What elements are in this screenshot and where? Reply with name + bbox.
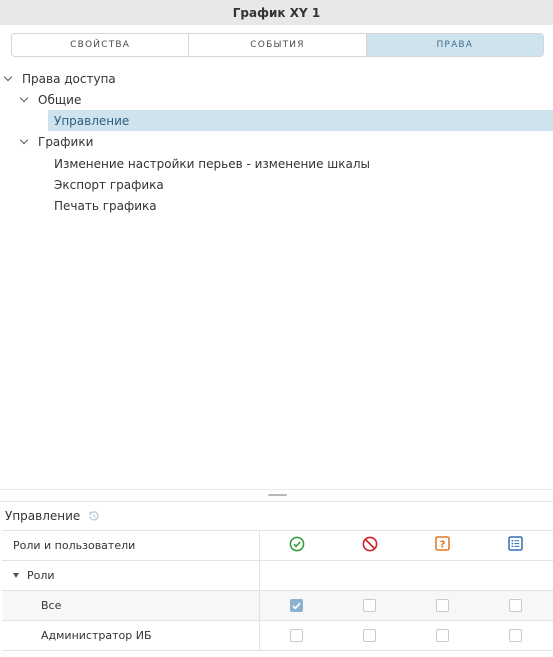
splitter-grip-icon[interactable] <box>268 494 287 496</box>
tree-node-label: Права доступа <box>22 71 116 86</box>
deny-circle-icon <box>362 536 378 556</box>
tab-bar: СВОЙСТВА СОБЫТИЯ ПРАВА <box>11 33 544 57</box>
permission-checkbox[interactable] <box>436 599 449 612</box>
permission-checkbox[interactable] <box>290 599 303 612</box>
chevron-down-icon[interactable] <box>19 131 33 152</box>
tree-node-general[interactable]: Общие <box>19 89 81 110</box>
question-square-icon: ? <box>435 536 450 555</box>
tree-node-label: Экспорт графика <box>54 177 164 192</box>
tab-events[interactable]: СОБЫТИЯ <box>189 34 367 56</box>
chevron-down-icon[interactable] <box>19 89 33 110</box>
section-title: Управление <box>5 509 81 523</box>
tree-node-label: Управление <box>54 113 130 128</box>
table-header-row: Роли и пользователи ? <box>2 531 553 561</box>
tree-node-label: Печать графика <box>54 198 157 213</box>
table-row: Администратор ИБ <box>2 621 553 651</box>
group-label: Роли <box>27 569 55 582</box>
column-header-allow <box>260 531 333 560</box>
column-header-deny <box>333 531 406 560</box>
check-circle-icon <box>289 536 305 556</box>
tree-node-print[interactable]: Печать графика <box>54 195 157 216</box>
tree-node-charts[interactable]: Графики <box>19 131 93 152</box>
svg-text:?: ? <box>440 539 446 550</box>
tree-node-label: Общие <box>38 92 82 107</box>
chevron-down-icon[interactable] <box>3 68 17 89</box>
permission-checkbox[interactable] <box>509 629 522 642</box>
table-group-row[interactable]: Роли <box>2 561 553 591</box>
tab-properties[interactable]: СВОЙСТВА <box>12 34 190 56</box>
column-header-ask: ? <box>406 531 479 560</box>
permissions-table: Роли и пользователи ? Роли Все Администр… <box>2 530 553 651</box>
permissions-section-header: Управление <box>0 501 553 530</box>
window-title: График XY 1 <box>0 0 553 25</box>
tab-rights[interactable]: ПРАВА <box>366 34 543 56</box>
row-label: Все <box>2 591 260 620</box>
row-label: Администратор ИБ <box>2 621 260 650</box>
tree-node-label: Изменение настройки перьев - изменение ш… <box>54 156 371 171</box>
table-row: Все <box>2 591 553 621</box>
tree-node-access-rights[interactable]: Права доступа <box>3 68 116 89</box>
permission-checkbox[interactable] <box>363 599 376 612</box>
group-cell: Роли <box>2 561 260 590</box>
permission-checkbox[interactable] <box>363 629 376 642</box>
list-square-icon <box>508 536 523 555</box>
tree-node-pen-settings[interactable]: Изменение настройки перьев - изменение ш… <box>54 153 370 174</box>
permission-checkbox[interactable] <box>509 599 522 612</box>
tree-node-label: Графики <box>38 134 94 149</box>
column-header-roles: Роли и пользователи <box>2 531 260 560</box>
tree-node-export[interactable]: Экспорт графика <box>54 174 164 195</box>
permission-checkbox[interactable] <box>436 629 449 642</box>
history-icon[interactable] <box>88 510 100 522</box>
column-header-audit <box>479 531 552 560</box>
tree-node-management[interactable]: Управление <box>48 110 553 131</box>
caret-down-icon[interactable] <box>13 573 19 578</box>
permission-checkbox[interactable] <box>290 629 303 642</box>
